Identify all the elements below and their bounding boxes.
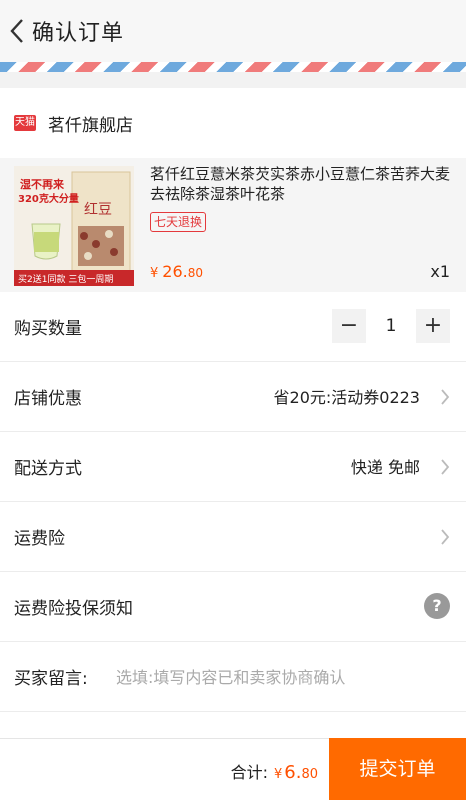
- product-image[interactable]: 红豆 湿不再来 320克大分量 买2送1同款 三包一周期: [14, 166, 134, 286]
- submit-order-button[interactable]: 提交订单: [329, 738, 466, 800]
- insurance-notice-label: 运费险投保须知: [14, 599, 133, 619]
- quantity-row: 购买数量 − 1 +: [0, 292, 466, 362]
- airmail-stripe: [0, 62, 466, 72]
- chevron-left-icon: [10, 19, 23, 43]
- freight-insurance-row[interactable]: 运费险: [0, 502, 466, 572]
- chevron-right-icon: [441, 529, 450, 545]
- decrease-button[interactable]: −: [332, 309, 366, 343]
- product-quantity: x1: [430, 262, 450, 281]
- product-title[interactable]: 茗仟红豆薏米茶芡实茶赤小豆薏仁茶苦荞大麦去祛除茶湿茶叶花茶: [150, 164, 450, 204]
- return-policy-badge: 七天退换: [150, 212, 207, 232]
- page-title: 确认订单: [32, 21, 125, 46]
- total-integer: 6.: [284, 762, 302, 783]
- product-price: ¥26.80: [150, 262, 203, 281]
- help-icon[interactable]: ?: [424, 593, 450, 619]
- total-label: 合计:: [230, 763, 268, 782]
- total-currency: ¥: [273, 767, 283, 782]
- quantity-value[interactable]: 1: [366, 316, 416, 336]
- delivery-value: 快递 免邮: [350, 458, 420, 477]
- chevron-right-icon: [441, 389, 450, 405]
- total-amount: ¥6.80: [268, 762, 318, 783]
- delivery-row[interactable]: 配送方式 快递 免邮: [0, 432, 466, 502]
- bag-text: 红豆: [84, 202, 112, 218]
- freight-insurance-label: 运费险: [14, 529, 65, 549]
- checkout-bar: 合计: ¥6.80 提交订单: [0, 738, 466, 800]
- image-bottom-strip: 买2送1同款 三包一周期: [18, 273, 113, 285]
- shop-name: 茗仟旗舰店: [48, 115, 133, 136]
- delivery-label: 配送方式: [14, 459, 82, 479]
- order-total: 合计: ¥6.80: [231, 759, 318, 783]
- top-bar: 确认订单: [0, 0, 466, 62]
- remark-row: 买家留言: 选填:填写内容已和卖家协商确认: [0, 642, 466, 712]
- price-integer: 26.: [162, 262, 188, 281]
- back-button[interactable]: [2, 0, 32, 62]
- image-banner-sub: 320克大分量: [18, 192, 79, 205]
- store-discount-row[interactable]: 店铺优惠 省20元:活动券0223: [0, 362, 466, 432]
- insurance-notice-row[interactable]: 运费险投保须知 ?: [0, 572, 466, 642]
- product-card[interactable]: 红豆 湿不再来 320克大分量 买2送1同款 三包一周期 茗仟红豆薏米茶芡实茶赤…: [0, 158, 466, 292]
- quantity-label: 购买数量: [14, 319, 82, 339]
- price-currency: ¥: [150, 266, 159, 281]
- price-decimal: 80: [187, 266, 204, 280]
- image-banner-top: 湿不再来: [20, 177, 65, 191]
- quantity-stepper[interactable]: − 1 +: [332, 309, 450, 343]
- remark-input[interactable]: 选填:填写内容已和卖家协商确认: [116, 664, 345, 688]
- chevron-right-icon: [441, 459, 450, 475]
- section-gap: [0, 72, 466, 88]
- total-decimal: 80: [301, 767, 318, 782]
- tmall-icon: 天猫: [14, 115, 36, 131]
- remark-label: 买家留言:: [14, 669, 88, 689]
- store-discount-value: 省20元:活动券0223: [273, 388, 420, 407]
- store-discount-label: 店铺优惠: [14, 389, 82, 409]
- increase-button[interactable]: +: [416, 309, 450, 343]
- shop-row[interactable]: 天猫 茗仟旗舰店: [0, 88, 466, 158]
